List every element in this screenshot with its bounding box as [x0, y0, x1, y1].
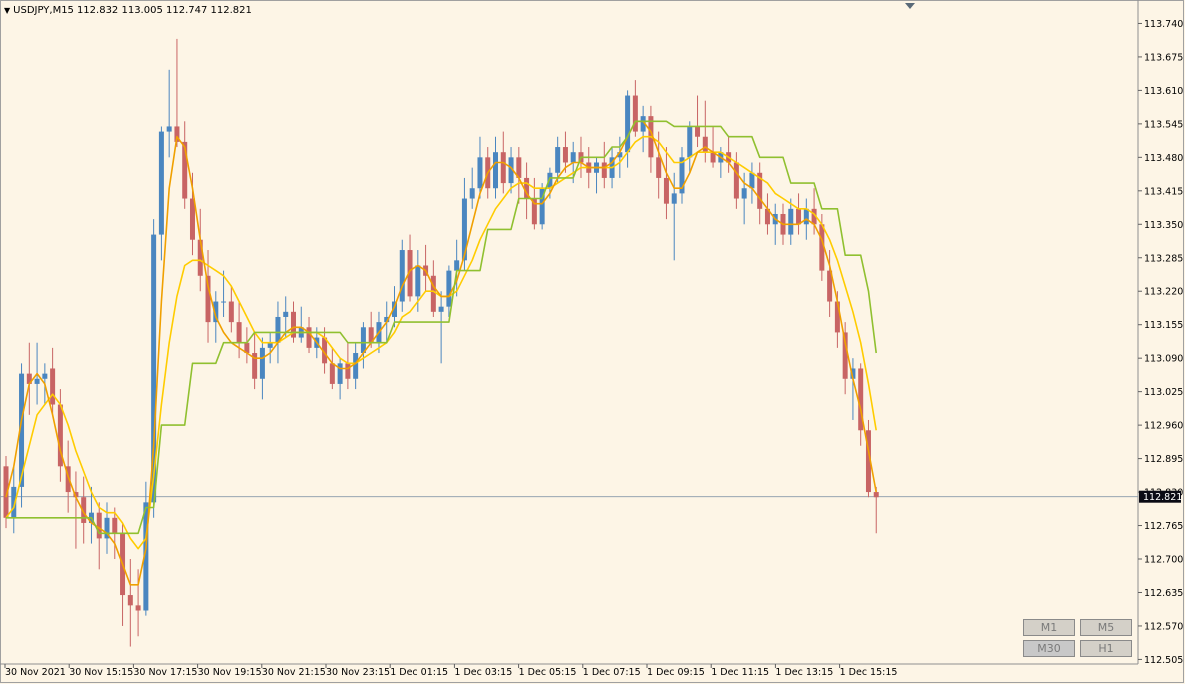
y-tick-label: 113.545 [1144, 119, 1183, 130]
candle-body [345, 363, 351, 379]
candle-body [656, 157, 662, 178]
candle-body [135, 605, 141, 611]
candle-body [749, 172, 755, 189]
candle-body [562, 147, 568, 163]
y-tick-label: 113.155 [1144, 320, 1183, 331]
y-tick-label: 113.740 [1144, 19, 1183, 30]
candle-body [360, 327, 366, 354]
y-tick-label: 113.610 [1144, 86, 1183, 97]
candle-body [50, 368, 56, 405]
y-tick-label: 112.895 [1144, 454, 1183, 465]
y-tick-label: 113.220 [1144, 287, 1183, 298]
x-tick-label: 1 Dec 07:15 [583, 667, 641, 678]
candle-body [493, 152, 499, 189]
candle-body [702, 136, 708, 153]
candle-body [259, 347, 265, 379]
x-tick-label: 1 Dec 09:15 [647, 667, 705, 678]
candle-body [733, 162, 739, 199]
x-tick-label: 30 Nov 21:15 [262, 667, 326, 678]
candle-body [570, 152, 576, 163]
candle-body [601, 162, 607, 178]
chart-header: ▼ USDJPY,M15 112.832 113.005 112.747 112… [4, 5, 252, 16]
y-tick-label: 112.700 [1144, 555, 1183, 566]
candle-body [555, 147, 561, 173]
timeframe-m5-button[interactable]: M5 [1080, 619, 1132, 636]
x-tick-label: 1 Dec 13:15 [775, 667, 833, 678]
candle-body [438, 306, 444, 312]
x-tick-label: 1 Dec 03:15 [454, 667, 512, 678]
y-tick-label: 113.415 [1144, 186, 1183, 197]
price-chart[interactable]: 113.740 113.675 113.610 113.545 113.480 113.4… [0, 0, 1185, 684]
candle-body [500, 152, 506, 184]
candle-body [42, 373, 48, 379]
candle-body [158, 131, 164, 235]
candle-body [228, 301, 234, 323]
timeframe-m1-button[interactable]: M1 [1023, 619, 1075, 636]
y-tick-label: 113.025 [1144, 387, 1183, 398]
ohlc-values: 112.832 113.005 112.747 112.821 [76, 5, 252, 16]
candle-body [803, 208, 809, 225]
timeframe-m30-button[interactable]: M30 [1023, 640, 1075, 657]
candle-body [687, 126, 693, 158]
candle-body [454, 260, 460, 271]
candle-body [329, 363, 335, 384]
candle-body [275, 316, 281, 343]
candle-body [283, 311, 289, 317]
candle-body [834, 301, 840, 333]
timeframe-h1-button[interactable]: H1 [1080, 640, 1132, 657]
y-tick-label: 112.570 [1144, 621, 1183, 632]
x-tick-label: 30 Nov 15:15 [69, 667, 133, 678]
y-tick-label: 112.505 [1144, 655, 1183, 666]
candle-body [415, 265, 421, 297]
current-price-text: 112.821 [1143, 492, 1182, 503]
x-tick-label: 30 Nov 17:15 [133, 667, 197, 678]
x-tick-label: 30 Nov 19:15 [198, 667, 262, 678]
candle-body [236, 322, 242, 343]
x-tick-label: 30 Nov 2021 [5, 667, 66, 678]
candle-body [127, 595, 133, 606]
y-tick-label: 113.285 [1144, 253, 1183, 264]
y-tick-label: 113.350 [1144, 220, 1183, 231]
y-tick-label: 113.675 [1144, 52, 1183, 63]
symbol-label: USDJPY,M15 [13, 5, 74, 16]
candle-body [873, 492, 879, 498]
candle-body [221, 301, 227, 303]
y-tick-label: 113.090 [1144, 354, 1183, 365]
candle-body [166, 126, 172, 132]
candle-body [663, 177, 669, 204]
y-tick-label: 112.765 [1144, 521, 1183, 532]
candle-body [671, 193, 677, 204]
candle-body [112, 517, 118, 534]
candle-body [625, 95, 631, 153]
x-tick-label: 1 Dec 01:15 [390, 667, 448, 678]
caret-down-icon[interactable]: ▼ [4, 6, 10, 15]
candle-body [446, 270, 452, 307]
candle-body [469, 188, 475, 199]
x-tick-label: 1 Dec 05:15 [519, 667, 577, 678]
candle-body [695, 126, 701, 137]
x-tick-label: 1 Dec 11:15 [711, 667, 769, 678]
candle-body [477, 157, 483, 189]
shift-marker-icon[interactable] [905, 3, 915, 9]
candle-body [34, 378, 40, 384]
candle-body [353, 353, 359, 379]
candle-body [788, 208, 794, 235]
candle-body [399, 250, 405, 302]
candle-body [741, 188, 747, 199]
x-tick-label: 1 Dec 15:15 [840, 667, 898, 678]
candle-body [796, 208, 802, 225]
y-tick-label: 112.960 [1144, 421, 1183, 432]
y-tick-label: 113.480 [1144, 153, 1183, 164]
y-tick-label: 112.635 [1144, 588, 1183, 599]
candle-body [96, 512, 102, 539]
x-tick-label: 30 Nov 23:15 [326, 667, 390, 678]
